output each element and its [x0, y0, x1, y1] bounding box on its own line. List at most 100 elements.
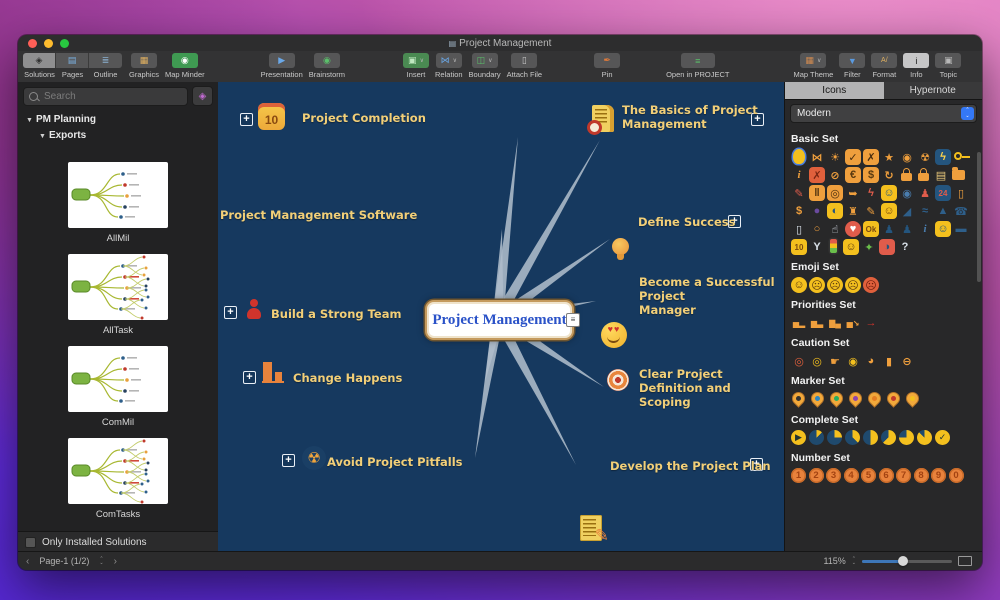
number-6-icon[interactable]: 6: [879, 468, 894, 483]
marker-pin-icon[interactable]: [884, 389, 902, 407]
info-blue-icon[interactable]: i: [917, 221, 933, 237]
person-red-icon[interactable]: ♟: [917, 185, 933, 201]
topic-clear[interactable]: Clear Project Definition and Scoping: [639, 367, 785, 409]
award-icon[interactable]: ◉: [899, 149, 915, 165]
face-hero-icon[interactable]: ☺: [935, 221, 951, 237]
waves-icon[interactable]: ≈: [917, 203, 933, 219]
pin-document-icon[interactable]: ◎: [827, 185, 843, 201]
priority-decline-icon[interactable]: ▅↘: [845, 315, 861, 331]
number-2-icon[interactable]: 2: [809, 468, 824, 483]
progress-50-icon[interactable]: [863, 430, 878, 445]
smiley-icon[interactable]: ☺: [843, 239, 859, 255]
chart-down-icon[interactable]: ◢: [899, 203, 915, 219]
priority-arrow-icon[interactable]: →: [863, 315, 879, 331]
runner-icon[interactable]: ✦: [861, 239, 877, 255]
number-5-icon[interactable]: 5: [861, 468, 876, 483]
flashlight-icon[interactable]: ▮: [881, 353, 897, 369]
stop-sign-icon[interactable]: ✗: [809, 167, 825, 183]
money-hand-icon[interactable]: $: [791, 203, 807, 219]
marker-pin-icon[interactable]: [791, 389, 808, 407]
document-target-icon[interactable]: ▤: [933, 167, 949, 183]
toolbar-button-map-theme[interactable]: ▦∨Map Theme: [793, 53, 833, 79]
number-7-icon[interactable]: 7: [896, 468, 911, 483]
tree-item-pm-planning[interactable]: ▼PM Planning: [26, 112, 218, 128]
lightbulb-icon[interactable]: [793, 149, 805, 164]
refresh-icon[interactable]: ↻: [881, 167, 897, 183]
solutions-panel-button[interactable]: ◈: [192, 86, 213, 106]
face-gold-icon[interactable]: ☺: [881, 203, 897, 219]
icon-style-select[interactable]: Modern ⌃⌄: [790, 104, 977, 123]
panel-scrollbar[interactable]: [977, 152, 981, 282]
thumbnail-commil[interactable]: ComMil: [68, 346, 168, 428]
phone-icon[interactable]: ☎: [953, 203, 969, 219]
prev-page-button[interactable]: ‹: [26, 556, 29, 567]
tree-item-exports[interactable]: ▼Exports: [26, 128, 218, 144]
priority-low-icon[interactable]: ▇▄: [827, 315, 843, 331]
toolbar-button-graphics[interactable]: ▦Graphics: [129, 53, 159, 79]
target-orange-icon[interactable]: ◎: [791, 353, 807, 369]
minus-badge-icon[interactable]: ⊖: [899, 353, 915, 369]
toolbar-button-map-minder[interactable]: ◉Map Minder: [165, 53, 205, 79]
person-dark-icon[interactable]: ♟: [881, 221, 897, 237]
radiation-icon[interactable]: ☢: [917, 149, 933, 165]
expand-button-change[interactable]: +: [243, 371, 256, 384]
mobile-icon[interactable]: ▯: [791, 221, 807, 237]
marker-pin-icon[interactable]: [846, 389, 864, 407]
shirt-icon[interactable]: Y: [809, 239, 825, 255]
toolbar-button-solutions[interactable]: ◈Solutions: [23, 53, 56, 79]
toolbar-button-outline[interactable]: ≣Outline: [89, 53, 122, 79]
topic-define[interactable]: Define Success: [638, 215, 735, 229]
no-entry-icon[interactable]: ⊘: [827, 167, 843, 183]
building-icon[interactable]: ♜: [845, 203, 861, 219]
topic-basics[interactable]: The Basics of Project Management: [622, 103, 758, 131]
number-1-icon[interactable]: 1: [791, 468, 806, 483]
search-box[interactable]: [23, 87, 188, 106]
number-4-icon[interactable]: 4: [844, 468, 859, 483]
masked-face-icon[interactable]: ◑: [879, 239, 895, 255]
dot-icon[interactable]: ○: [809, 221, 825, 237]
edit-note-icon[interactable]: ✎: [791, 185, 807, 201]
toolbar-button-format[interactable]: A/Format: [871, 53, 897, 79]
collapse-button[interactable]: ≡: [566, 313, 580, 327]
zoom-button[interactable]: [60, 39, 69, 48]
cloud-question-icon[interactable]: ?: [897, 239, 913, 255]
priority-medium-icon[interactable]: ▆▃: [809, 315, 825, 331]
pie-icon[interactable]: ◕: [863, 353, 879, 369]
toolbar-button-filter[interactable]: ▼Filter: [839, 53, 865, 79]
24-hours-icon[interactable]: 24: [935, 185, 951, 201]
ribbon-badge-icon[interactable]: ◉: [845, 353, 861, 369]
ok-badge-icon[interactable]: Ok: [863, 221, 879, 237]
expand-button-team[interactable]: +: [224, 306, 237, 319]
number-9-icon[interactable]: 9: [931, 468, 946, 483]
fit-screen-icon[interactable]: [958, 556, 972, 566]
pause-icon[interactable]: ‖: [809, 185, 825, 201]
zoom-stepper-icon[interactable]: ⌃⌄: [852, 557, 856, 565]
hourglass-icon[interactable]: ⋈: [809, 149, 825, 165]
zoom-slider-knob[interactable]: [898, 556, 908, 566]
tab-icons[interactable]: Icons: [785, 82, 884, 99]
target-yellow-icon[interactable]: ◎: [809, 353, 825, 369]
crystal-ball-icon[interactable]: ●: [809, 203, 825, 219]
toolbar-button-attach-file[interactable]: ▯Attach File: [507, 53, 542, 79]
page-stepper-icon[interactable]: ⌃⌄: [99, 557, 103, 565]
unlock-icon[interactable]: [918, 173, 929, 181]
folder-icon[interactable]: [952, 170, 965, 180]
eye-icon[interactable]: ◉: [899, 185, 915, 201]
check-icon[interactable]: ✓: [845, 149, 861, 165]
next-page-button[interactable]: ›: [114, 556, 117, 567]
marker-pin-icon[interactable]: [808, 389, 826, 407]
dollar-note-icon[interactable]: $: [863, 167, 879, 183]
topic-team[interactable]: Build a Strong Team: [271, 307, 401, 321]
bed-icon[interactable]: ▬: [953, 221, 969, 237]
toolbar-button-pin[interactable]: ✒Pin: [594, 53, 620, 79]
number-8-icon[interactable]: 8: [914, 468, 929, 483]
progress-87.5-icon[interactable]: [917, 430, 932, 445]
emoji-sad-icon[interactable]: ☹: [827, 277, 843, 293]
thumbnail-comtasks[interactable]: ComTasks: [68, 438, 168, 520]
topic-software[interactable]: Project Management Software: [220, 208, 417, 222]
door-icon[interactable]: ▯: [953, 185, 969, 201]
calendar-10-icon[interactable]: 10: [791, 239, 807, 255]
priority-high-icon[interactable]: ▅▂: [791, 315, 807, 331]
toolbar-button-topic[interactable]: ▣Topic: [935, 53, 961, 79]
progress-25-icon[interactable]: [827, 430, 842, 445]
